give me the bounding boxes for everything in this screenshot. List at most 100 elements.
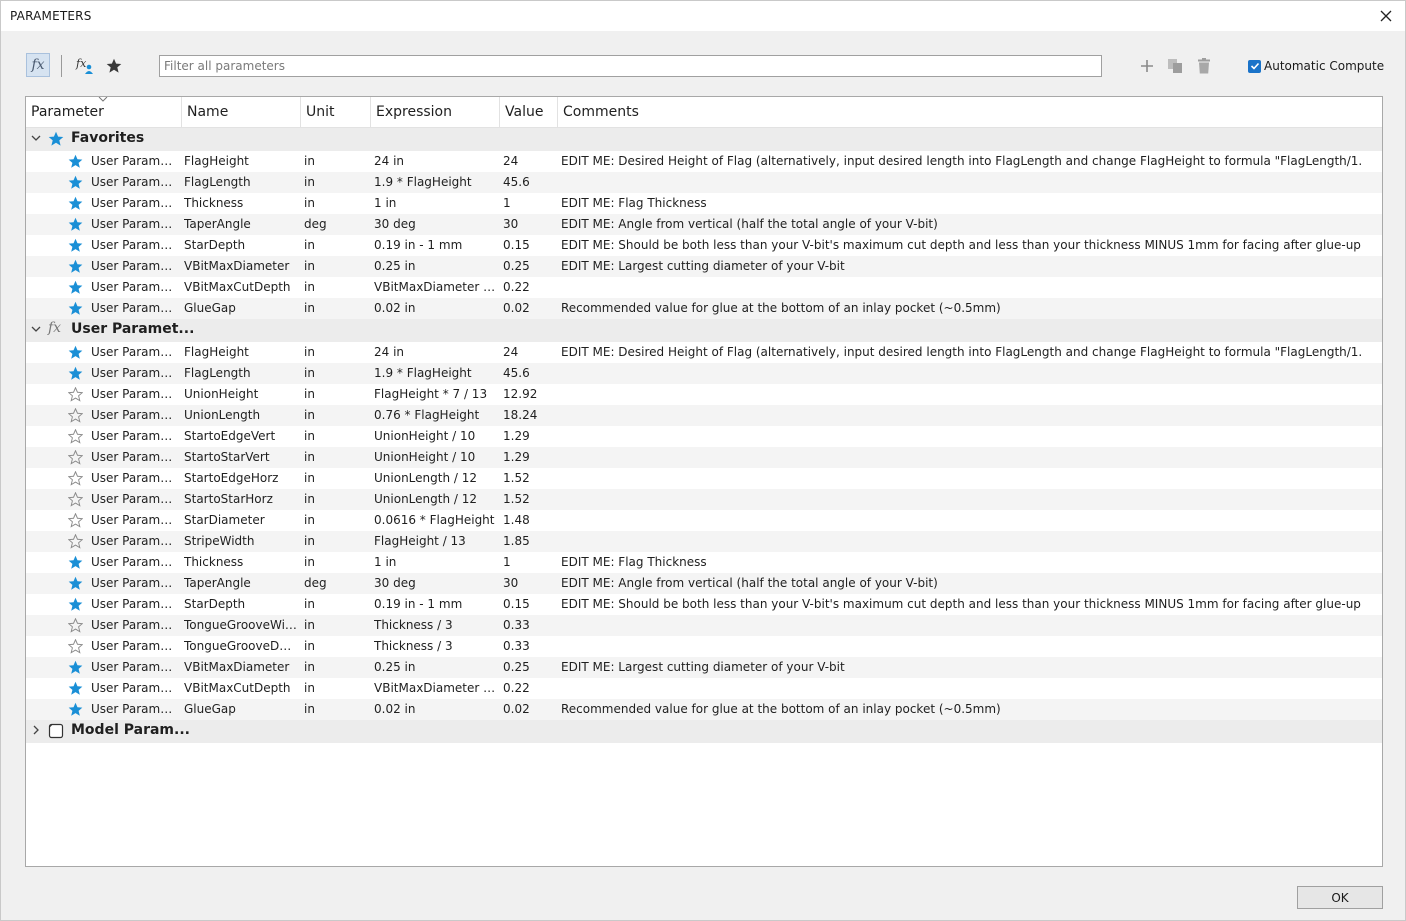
cell-expression[interactable]: UnionLength / 12 xyxy=(374,492,496,506)
star-outline-icon[interactable] xyxy=(68,618,83,633)
column-header-expression[interactable]: Expression xyxy=(370,97,499,127)
cell-comments[interactable]: EDIT ME: Desired Height of Flag (alterna… xyxy=(561,154,1361,168)
cell-expression[interactable]: 0.02 in xyxy=(374,301,496,315)
cell-name[interactable]: GlueGap xyxy=(184,301,297,315)
table-row[interactable]: User Paramet... TaperAngle deg 30 deg 30 EDIT… xyxy=(26,573,1382,594)
cell-unit[interactable]: in xyxy=(304,301,364,315)
table-row[interactable]: User Paramet... FlagLength in 1.9 * FlagHei… xyxy=(26,363,1382,384)
cell-unit[interactable]: in xyxy=(304,639,364,653)
cell-unit[interactable]: in xyxy=(304,366,364,380)
close-button[interactable] xyxy=(1375,5,1397,27)
star-filled-icon[interactable] xyxy=(68,301,83,316)
star-filled-icon[interactable] xyxy=(68,555,83,570)
table-row[interactable]: User Paramet... StartoEdgeVert in UnionHeig… xyxy=(26,426,1382,447)
star-filled-icon[interactable] xyxy=(68,196,83,211)
cell-name[interactable]: VBitMaxCutDepth xyxy=(184,681,297,695)
column-header-parameter[interactable]: Parameter xyxy=(26,97,181,127)
cell-name[interactable]: GlueGap xyxy=(184,702,297,716)
cell-expression[interactable]: 0.19 in - 1 mm xyxy=(374,238,496,252)
favorites-filter-button[interactable] xyxy=(102,54,126,78)
table-row[interactable]: User Paramet... StarDiameter in 0.0616 * Fl… xyxy=(26,510,1382,531)
cell-name[interactable]: FlagLength xyxy=(184,366,297,380)
column-header-value[interactable]: Value xyxy=(499,97,557,127)
table-row[interactable]: User Paramet... VBitMaxCutDepth in VBitMaxD… xyxy=(26,678,1382,699)
star-outline-icon[interactable] xyxy=(68,639,83,654)
cell-name[interactable]: VBitMaxDiameter xyxy=(184,259,297,273)
cell-unit[interactable]: in xyxy=(304,387,364,401)
star-filled-icon[interactable] xyxy=(68,280,83,295)
chevron-down-icon[interactable] xyxy=(31,324,41,334)
table-row[interactable]: User Paramet... Thickness in 1 in 1 EDIT ME: … xyxy=(26,193,1382,214)
group-user-parameters[interactable]: fx User Paramet... xyxy=(26,319,1382,342)
table-row[interactable]: User Paramet... FlagHeight in 24 in 24 EDIT M… xyxy=(26,151,1382,172)
cell-name[interactable]: TaperAngle xyxy=(184,217,297,231)
cell-comments[interactable]: EDIT ME: Should be both less than your V… xyxy=(561,238,1361,252)
cell-name[interactable]: UnionHeight xyxy=(184,387,297,401)
cell-name[interactable]: UnionLength xyxy=(184,408,297,422)
table-row[interactable]: User Paramet... TongueGrooveDep... in Thick… xyxy=(26,636,1382,657)
cell-expression[interactable]: 0.25 in xyxy=(374,660,496,674)
cell-unit[interactable]: in xyxy=(304,408,364,422)
star-filled-icon[interactable] xyxy=(68,238,83,253)
cell-expression[interactable]: 0.25 in xyxy=(374,259,496,273)
table-row[interactable]: User Paramet... FlagLength in 1.9 * FlagHei… xyxy=(26,172,1382,193)
add-parameter-button[interactable] xyxy=(1135,54,1159,78)
table-row[interactable]: User Paramet... Thickness in 1 in 1 EDIT ME: … xyxy=(26,552,1382,573)
cell-name[interactable]: TaperAngle xyxy=(184,576,297,590)
star-outline-icon[interactable] xyxy=(68,534,83,549)
cell-unit[interactable]: in xyxy=(304,702,364,716)
automatic-compute-checkbox[interactable]: Automatic Compute xyxy=(1248,59,1384,73)
table-row[interactable]: User Paramet... StartoEdgeHorz in UnionLeng… xyxy=(26,468,1382,489)
cell-comments[interactable]: Recommended value for glue at the bottom… xyxy=(561,702,1361,716)
ok-button[interactable]: OK xyxy=(1297,886,1383,909)
cell-name[interactable]: StartoStarVert xyxy=(184,450,297,464)
all-parameters-filter-button[interactable]: fx xyxy=(26,53,50,77)
star-outline-icon[interactable] xyxy=(68,450,83,465)
cell-expression[interactable]: FlagHeight * 7 / 13 xyxy=(374,387,496,401)
cell-unit[interactable]: deg xyxy=(304,217,364,231)
cell-comments[interactable]: EDIT ME: Flag Thickness xyxy=(561,196,1361,210)
cell-expression[interactable]: 30 deg xyxy=(374,576,496,590)
table-row[interactable]: User Paramet... TaperAngle deg 30 deg 30 EDIT… xyxy=(26,214,1382,235)
cell-comments[interactable]: EDIT ME: Flag Thickness xyxy=(561,555,1361,569)
cell-name[interactable]: FlagHeight xyxy=(184,154,297,168)
table-row[interactable]: User Paramet... StarDepth in 0.19 in - 1 mm… xyxy=(26,594,1382,615)
cell-expression[interactable]: 30 deg xyxy=(374,217,496,231)
star-outline-icon[interactable] xyxy=(68,492,83,507)
cell-comments[interactable]: EDIT ME: Should be both less than your V… xyxy=(561,597,1361,611)
table-row[interactable]: User Paramet... StartoStarHorz in UnionLeng… xyxy=(26,489,1382,510)
table-row[interactable]: User Paramet... StripeWidth in FlagHeight /… xyxy=(26,531,1382,552)
cell-unit[interactable]: in xyxy=(304,513,364,527)
cell-unit[interactable]: in xyxy=(304,660,364,674)
star-filled-icon[interactable] xyxy=(68,681,83,696)
star-filled-icon[interactable] xyxy=(68,154,83,169)
cell-unit[interactable]: in xyxy=(304,618,364,632)
table-row[interactable]: User Paramet... StartoStarVert in UnionHeig… xyxy=(26,447,1382,468)
cell-unit[interactable]: in xyxy=(304,259,364,273)
cell-expression[interactable]: 1.9 * FlagHeight xyxy=(374,175,496,189)
cell-name[interactable]: FlagHeight xyxy=(184,345,297,359)
chevron-down-icon[interactable] xyxy=(31,133,41,143)
star-filled-icon[interactable] xyxy=(68,366,83,381)
cell-unit[interactable]: in xyxy=(304,175,364,189)
cell-expression[interactable]: FlagHeight / 13 xyxy=(374,534,496,548)
cell-unit[interactable]: in xyxy=(304,597,364,611)
cell-expression[interactable]: 1 in xyxy=(374,555,496,569)
cell-expression[interactable]: Thickness / 3 xyxy=(374,639,496,653)
star-filled-icon[interactable] xyxy=(68,175,83,190)
table-row[interactable]: User Paramet... VBitMaxDiameter in 0.25 in 0… xyxy=(26,256,1382,277)
cell-expression[interactable]: VBitMaxDiameter / ... xyxy=(374,681,496,695)
cell-expression[interactable]: UnionHeight / 10 xyxy=(374,450,496,464)
cell-name[interactable]: StarDepth xyxy=(184,238,297,252)
cell-comments[interactable]: EDIT ME: Largest cutting diameter of you… xyxy=(561,660,1361,674)
star-filled-icon[interactable] xyxy=(68,259,83,274)
star-filled-icon[interactable] xyxy=(68,660,83,675)
star-outline-icon[interactable] xyxy=(68,387,83,402)
table-row[interactable]: User Paramet... GlueGap in 0.02 in 0.02 Recom… xyxy=(26,298,1382,319)
star-filled-icon[interactable] xyxy=(68,597,83,612)
star-filled-icon[interactable] xyxy=(68,576,83,591)
cell-unit[interactable]: deg xyxy=(304,576,364,590)
column-header-unit[interactable]: Unit xyxy=(300,97,370,127)
column-header-comments[interactable]: Comments xyxy=(557,97,1382,127)
cell-comments[interactable]: Recommended value for glue at the bottom… xyxy=(561,301,1361,315)
